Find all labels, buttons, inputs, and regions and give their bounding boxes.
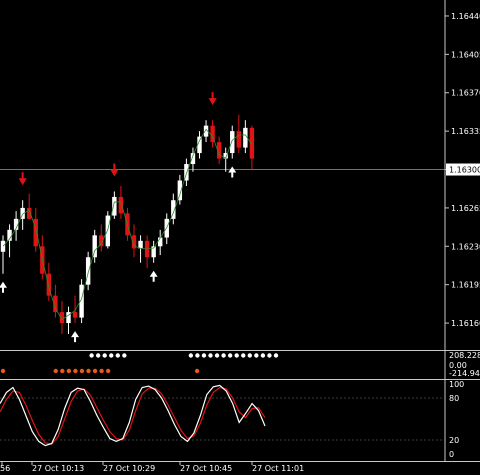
candle-body[interactable]: [230, 131, 235, 154]
histogram-white-dot: [247, 353, 252, 358]
histogram-red-dot: [60, 368, 65, 374]
candle-body[interactable]: [158, 237, 163, 247]
price-tick-label: 1.16160: [451, 319, 480, 328]
histogram-red-dot: [0, 368, 6, 374]
buy-arrow-icon: [228, 166, 237, 178]
histogram-white-dot: [208, 353, 213, 358]
candle-body[interactable]: [72, 312, 78, 318]
histogram-white-dot: [267, 353, 272, 358]
sell-arrow-icon: [110, 163, 119, 177]
price-tick-label: 1.16370: [451, 89, 480, 98]
histogram-red-dot: [92, 368, 98, 374]
histogram-white-dot: [234, 353, 239, 358]
candle-body[interactable]: [249, 127, 255, 159]
price-tick-label: 1.16335: [451, 127, 480, 136]
histogram-white-dot: [214, 353, 220, 358]
histogram-white-dot: [89, 353, 94, 358]
histogram-red-dot: [73, 368, 78, 374]
time-axis-label: 27 Oct 10:45: [180, 464, 232, 473]
histogram-white-dot: [273, 353, 279, 358]
trading-chart[interactable]: 1.16440 1.16405 1.16370 1.16335 1.16300 1.162…: [0, 0, 480, 475]
candle-body[interactable]: [59, 312, 65, 324]
histogram-white-dot: [109, 353, 114, 358]
stoch-tick-label: 80: [449, 394, 459, 403]
candle-body[interactable]: [236, 131, 241, 148]
histogram-scale-label: 208.228: [449, 351, 480, 360]
candle-body[interactable]: [92, 235, 97, 258]
candle-body[interactable]: [85, 257, 91, 285]
time-axis-label: 27 Oct 10:13: [32, 464, 84, 473]
price-tick-label: 1.16230: [451, 242, 480, 251]
price-tick-label: 1.16405: [451, 50, 480, 59]
buy-arrow-icon: [149, 270, 158, 282]
histogram-white-dot: [241, 353, 246, 358]
histogram-red-dot: [194, 368, 200, 374]
stoch-tick-label: 20: [449, 436, 459, 445]
histogram-white-dot: [188, 353, 194, 358]
current-price-label: 1.16300: [449, 166, 480, 175]
histogram-white-dot: [260, 353, 266, 358]
time-axis-label: 27 Oct 11:01: [252, 464, 304, 473]
time-axis-label: 56: [0, 464, 10, 473]
candle-body[interactable]: [105, 215, 110, 247]
stoch-signal-line: [0, 386, 266, 445]
price-tick-label: 1.16440: [451, 12, 480, 21]
histogram-white-dot: [227, 353, 233, 358]
histogram-red-dot: [79, 368, 85, 374]
histogram-white-dot: [115, 353, 121, 358]
histogram-white-dot: [195, 353, 200, 358]
histogram-scale-label: -214.942: [449, 369, 480, 378]
histogram-white-dot: [95, 353, 101, 358]
histogram-white-dot: [102, 353, 107, 358]
buy-arrow-icon: [0, 281, 7, 293]
histogram-red-dot: [99, 368, 104, 374]
stoch-tick-label: 100: [449, 380, 464, 389]
price-tick-label: 1.16265: [451, 204, 480, 213]
buy-arrow-icon: [71, 331, 80, 343]
indicator-line-green: [2, 128, 253, 320]
histogram-white-dot: [122, 353, 127, 358]
histogram-red-dot: [105, 368, 111, 374]
histogram-white-dot: [254, 353, 259, 358]
histogram-white-dot: [201, 353, 207, 358]
price-tick-label: 1.16195: [451, 281, 480, 290]
stoch-tick-label: 0: [449, 450, 454, 459]
candle-body[interactable]: [112, 196, 117, 216]
sell-arrow-icon: [18, 172, 27, 186]
histogram-white-dot: [221, 353, 226, 358]
time-axis-label: 27 Oct 10:29: [103, 464, 155, 473]
histogram-red-dot: [66, 368, 72, 374]
sell-arrow-icon: [208, 92, 217, 106]
histogram-red-dot: [53, 368, 58, 374]
candle-body[interactable]: [118, 196, 124, 214]
histogram-red-dot: [86, 368, 91, 374]
chart-canvas[interactable]: 1.16440 1.16405 1.16370 1.16335 1.16300 1.162…: [0, 0, 480, 475]
